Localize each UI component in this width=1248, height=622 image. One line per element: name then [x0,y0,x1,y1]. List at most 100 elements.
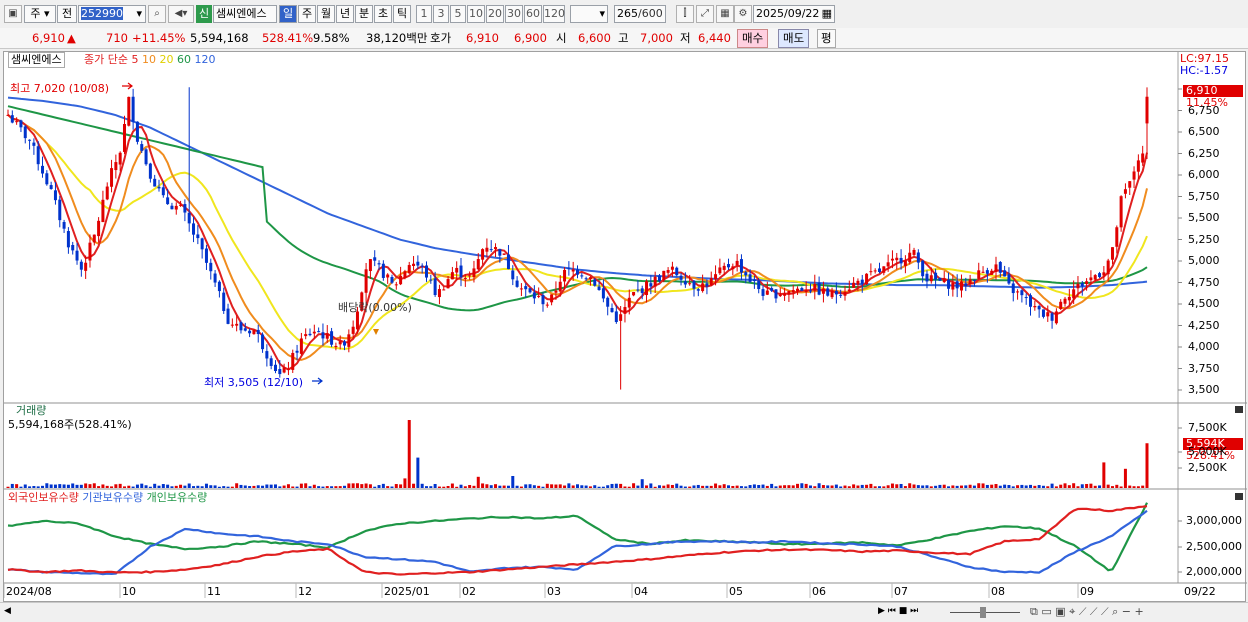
period-tab-1[interactable]: 주 [298,5,316,23]
volume-bar [1141,485,1145,488]
volume-bar [338,486,342,488]
code-input[interactable]: 252990 ▾ [78,5,146,23]
interval-button-20[interactable]: 20 [486,5,504,23]
volume-bar [101,484,105,488]
interval-button-120[interactable]: 120 [543,5,565,23]
volume-bar [1085,483,1089,488]
zoom-slider[interactable] [950,605,1020,619]
chart-area[interactable]: 샘씨엔에스 종가 단순 5 10 20 60 120 최고 7,020 (10/… [3,51,1247,602]
avg-button[interactable]: 평 [817,29,836,48]
candle-body [468,275,472,277]
volume-bar [709,485,713,488]
turnover-rate: 9.58% [313,31,350,45]
interval-button-30[interactable]: 30 [505,5,523,23]
holdings-panel-close-icon[interactable] [1235,493,1243,500]
interval-button-1[interactable]: 1 [416,5,432,23]
volume-bar [429,486,433,488]
candle-body [19,120,23,128]
volume-bar [278,486,282,488]
candle-body [1110,247,1114,260]
volume-bar [606,485,610,488]
interval-button-3[interactable]: 3 [433,5,449,23]
interval-button-5[interactable]: 5 [450,5,466,23]
period-tab-2[interactable]: 월 [317,5,335,23]
interval-button-60[interactable]: 60 [524,5,542,23]
candle-body [757,280,761,290]
scroll-left-icon[interactable]: ◀ [4,606,14,618]
window-icon[interactable]: ▣ [4,5,22,23]
indicator-icon[interactable]: ▦ [716,5,734,23]
calendar-icon[interactable]: ▦ [822,6,834,22]
ma20-line [7,114,1148,351]
candle-body [265,351,269,359]
volume-bar [1046,486,1050,488]
volume-bar [317,486,321,488]
candle-body [619,314,623,321]
volume-bar [895,484,899,488]
volume-bar [968,484,972,488]
speaker-icon[interactable]: ◀▾ [168,5,194,23]
candle-body [10,115,14,123]
prev-button[interactable]: 전 [57,5,77,23]
volume-bar [299,483,303,488]
gear-icon[interactable]: ⚙ [734,5,752,23]
tool-icons[interactable]: ⧉ ▭ ▣ ⌖ ⟋ ⟋ ⟋ ⌕ − + [1030,605,1144,619]
market-select[interactable]: 주 ▾ [24,5,56,23]
interval-button-10[interactable]: 10 [467,5,485,23]
date-tick-label: 11 [207,585,221,598]
volume-bar [239,484,243,488]
institution-holdings-label: 기관보유수량 [82,491,144,504]
candle-body [433,278,437,296]
period-tab-5[interactable]: 초 [374,5,392,23]
count-dropdown[interactable]: ▾ [570,5,608,23]
date-input[interactable]: 2025/09/22 ▦ [753,5,835,23]
volume-bar [908,483,912,488]
volume-bar [399,484,403,488]
candle-body [731,266,735,270]
candle-body [675,267,679,276]
period-tab-6[interactable]: 틱 [393,5,411,23]
ma120-label: 120 [194,53,216,66]
nav-controls[interactable]: ▶ ⏮ ■ ⏭ [878,606,918,616]
volume-bar [744,486,748,488]
volume-bar [1011,486,1015,488]
candle-body [442,289,446,291]
volume-bar [808,485,812,488]
candle-body [519,288,523,290]
search-icon[interactable]: ⌕ [148,5,166,23]
candle-type-icon[interactable]: ⫿ [676,5,694,23]
volume-bar [839,486,843,488]
candle-body [947,279,951,289]
date-value: 2025/09/22 [756,7,820,20]
sell-button[interactable]: 매도 [778,29,810,48]
candle-body [878,268,882,273]
count-input[interactable]: 265/600 [614,5,666,23]
volume-bar [878,486,882,488]
candle-body [49,185,53,189]
candle-body [709,278,713,286]
candle-body [761,289,765,296]
candle-body [299,338,303,354]
candle-body [390,277,394,283]
volume-bar [597,486,601,488]
high-marker: 최고 7,020 (10/08) [10,82,110,95]
holdings-legend: 외국인보유수량 기관보유수량 개인보유수량 [8,491,207,505]
volume-bar [593,485,597,488]
stock-name-tag[interactable]: 샘씨엔에스 [8,52,65,68]
toolbar: ▣ 주 ▾ 전 252990 ▾ ⌕ ◀▾ 신 샘씨엔에스 일주월년분초틱 135… [0,0,1248,29]
date-tick-label: 2024/08 [6,585,52,598]
candle-body [701,283,705,292]
candle-body [576,269,579,275]
volume-bar [308,486,312,488]
period-tab-4[interactable]: 분 [355,5,373,23]
holdings-tick-label: 2,500,000 [1186,540,1242,553]
period-tab-3[interactable]: 년 [336,5,354,23]
volume-bar [511,476,515,488]
volume-panel-close-icon[interactable] [1235,406,1243,413]
candle-body [912,249,916,255]
chart-type-icon[interactable]: ⤢ [696,5,714,23]
candle-body [28,139,32,141]
price-tick-label: 6,000 [1188,168,1220,181]
buy-button[interactable]: 매수 [737,29,769,48]
period-tab-0[interactable]: 일 [279,5,297,23]
